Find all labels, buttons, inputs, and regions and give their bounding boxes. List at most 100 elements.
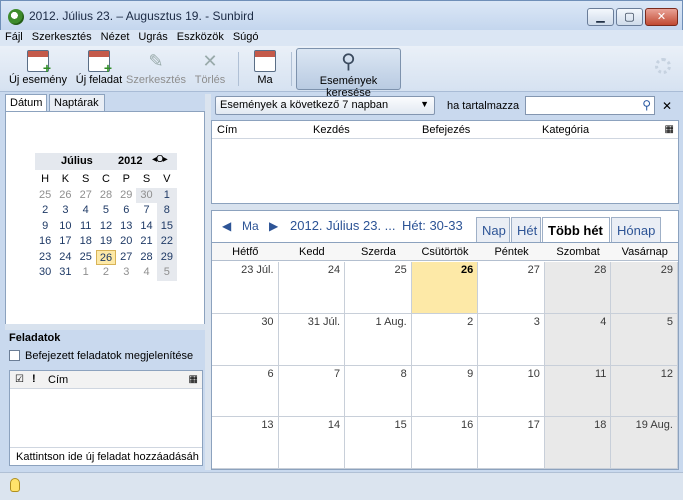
day-cell[interactable]: 15 bbox=[345, 417, 412, 469]
column-category[interactable]: Kategória bbox=[542, 124, 589, 136]
day-number[interactable]: 11 bbox=[595, 368, 606, 380]
column-picker-icon[interactable]: ▦ bbox=[665, 124, 674, 135]
day-cell[interactable]: 30 bbox=[212, 313, 279, 366]
day-cell[interactable]: 31 Júl. bbox=[278, 313, 346, 366]
day-number[interactable]: 28 bbox=[594, 264, 606, 276]
day-cell[interactable]: 11 bbox=[544, 365, 612, 418]
day-number[interactable]: 9 bbox=[467, 368, 473, 380]
tab-multiweek[interactable]: Több hét bbox=[542, 217, 610, 243]
day-cell[interactable]: 13 bbox=[212, 417, 279, 469]
menu-help[interactable]: Súgó bbox=[233, 31, 259, 43]
day-number[interactable]: 24 bbox=[328, 264, 340, 276]
minical-day[interactable]: 4 bbox=[76, 203, 96, 219]
day-cell[interactable]: 3 bbox=[478, 313, 545, 366]
minical-day[interactable]: 3 bbox=[116, 265, 136, 281]
minical-day[interactable]: 17 bbox=[55, 234, 75, 250]
new-event-button[interactable]: + Új esemény bbox=[4, 48, 72, 90]
tab-week[interactable]: Hét bbox=[511, 217, 541, 243]
tab-month[interactable]: Hónap bbox=[611, 217, 661, 243]
menu-tools[interactable]: Eszközök bbox=[177, 31, 224, 43]
day-cell[interactable]: 2 bbox=[411, 313, 479, 366]
minical-day[interactable]: 5 bbox=[156, 265, 177, 281]
minical-day[interactable]: 1 bbox=[76, 265, 96, 281]
task-title-column[interactable]: Cím bbox=[48, 374, 68, 386]
minical-day[interactable]: 23 bbox=[35, 250, 55, 266]
minical-day[interactable]: 15 bbox=[156, 218, 177, 234]
day-cell[interactable]: 18 bbox=[544, 417, 612, 469]
minical-day[interactable]: 25 bbox=[76, 250, 96, 266]
column-end[interactable]: Befejezés bbox=[422, 124, 470, 136]
minical-day[interactable]: 26 bbox=[55, 188, 75, 204]
edit-button[interactable]: ✎ Szerkesztés bbox=[126, 48, 186, 90]
menu-view[interactable]: Nézet bbox=[101, 31, 130, 43]
minical-nav-arrows-icon[interactable]: ◂O▸ bbox=[152, 154, 168, 165]
day-cell[interactable]: 12 bbox=[611, 365, 678, 418]
day-number[interactable]: 16 bbox=[461, 419, 473, 431]
minical-day[interactable]: 5 bbox=[96, 203, 116, 219]
day-cell[interactable]: 26 bbox=[411, 262, 479, 314]
close-button[interactable]: ✕ bbox=[645, 8, 678, 26]
minical-day[interactable]: 18 bbox=[76, 234, 96, 250]
add-task-field[interactable]: Kattintson ide új feladat hozzáadásáh bbox=[10, 447, 202, 465]
left-splitter[interactable] bbox=[5, 324, 205, 330]
day-number[interactable]: 1 Aug. bbox=[376, 316, 407, 328]
menu-file[interactable]: Fájl bbox=[5, 31, 23, 43]
minical-day[interactable]: 25 bbox=[35, 188, 55, 204]
day-number[interactable]: 4 bbox=[600, 316, 606, 328]
day-cell[interactable]: 14 bbox=[278, 417, 346, 469]
minical-day[interactable]: 30 bbox=[35, 265, 55, 281]
day-cell[interactable]: 5 bbox=[611, 313, 678, 366]
menu-edit[interactable]: Szerkesztés bbox=[32, 31, 92, 43]
minical-day[interactable]: 1 bbox=[156, 187, 177, 203]
minical-day[interactable]: 2 bbox=[35, 203, 55, 219]
day-cell[interactable]: 28 bbox=[544, 262, 612, 314]
today-button[interactable]: Ma bbox=[246, 48, 284, 90]
day-cell[interactable]: 10 bbox=[478, 365, 545, 418]
day-cell[interactable]: 19 Aug. bbox=[611, 417, 678, 469]
day-number[interactable]: 12 bbox=[661, 368, 673, 380]
minical-day[interactable]: 31 bbox=[55, 265, 75, 281]
day-number[interactable]: 13 bbox=[261, 419, 273, 431]
day-number[interactable]: 6 bbox=[267, 368, 273, 380]
maximize-button[interactable]: ▢ bbox=[616, 8, 643, 26]
checkbox[interactable] bbox=[9, 350, 20, 361]
day-number[interactable]: 17 bbox=[528, 419, 540, 431]
search-input[interactable]: ⚲ bbox=[525, 96, 655, 115]
day-number[interactable]: 18 bbox=[594, 419, 606, 431]
day-number[interactable]: 29 bbox=[661, 264, 673, 276]
minical-day[interactable]: 6 bbox=[116, 203, 136, 219]
column-title[interactable]: Cím bbox=[217, 124, 237, 136]
show-completed-checkbox[interactable]: Befejezett feladatok megjelenítése bbox=[9, 350, 193, 362]
day-number[interactable]: 26 bbox=[461, 264, 473, 276]
completed-column-icon[interactable]: ☑ bbox=[15, 374, 24, 385]
day-number[interactable]: 31 Júl. bbox=[308, 316, 340, 328]
tab-day[interactable]: Nap bbox=[476, 217, 510, 243]
minical-year[interactable]: 2012 bbox=[118, 155, 142, 167]
day-cell[interactable]: 8 bbox=[345, 365, 412, 418]
day-number[interactable]: 3 bbox=[534, 316, 540, 328]
day-cell[interactable]: 24 bbox=[278, 262, 346, 314]
minical-day[interactable]: 3 bbox=[55, 203, 75, 219]
day-number[interactable]: 8 bbox=[401, 368, 407, 380]
day-number[interactable]: 15 bbox=[394, 419, 406, 431]
minical-day[interactable]: 13 bbox=[116, 219, 136, 235]
close-icon[interactable]: ✕ bbox=[662, 99, 672, 113]
event-filter-select[interactable]: Események a következő 7 napban ▼ bbox=[215, 96, 435, 115]
minical-day[interactable]: 2 bbox=[96, 265, 116, 281]
minical-day[interactable]: 26 bbox=[95, 249, 117, 265]
day-cell[interactable]: 9 bbox=[411, 365, 479, 418]
minical-day[interactable]: 8 bbox=[156, 203, 177, 219]
minical-month[interactable]: Július bbox=[61, 155, 93, 167]
day-number[interactable]: 27 bbox=[528, 264, 540, 276]
minical-day[interactable]: 16 bbox=[35, 234, 55, 250]
minical-day[interactable]: 27 bbox=[76, 188, 96, 204]
day-number[interactable]: 23 Júl. bbox=[241, 264, 273, 276]
day-number[interactable]: 25 bbox=[394, 264, 406, 276]
day-cell[interactable]: 16 bbox=[411, 417, 479, 469]
minical-day[interactable]: 30 bbox=[136, 187, 157, 203]
minical-day[interactable]: 11 bbox=[76, 219, 96, 235]
column-picker-icon[interactable]: ▦ bbox=[189, 374, 198, 385]
previous-arrow-icon[interactable]: ◀ bbox=[222, 219, 231, 233]
minical-day[interactable]: 29 bbox=[156, 249, 177, 265]
minimize-button[interactable]: ▁ bbox=[587, 8, 614, 26]
